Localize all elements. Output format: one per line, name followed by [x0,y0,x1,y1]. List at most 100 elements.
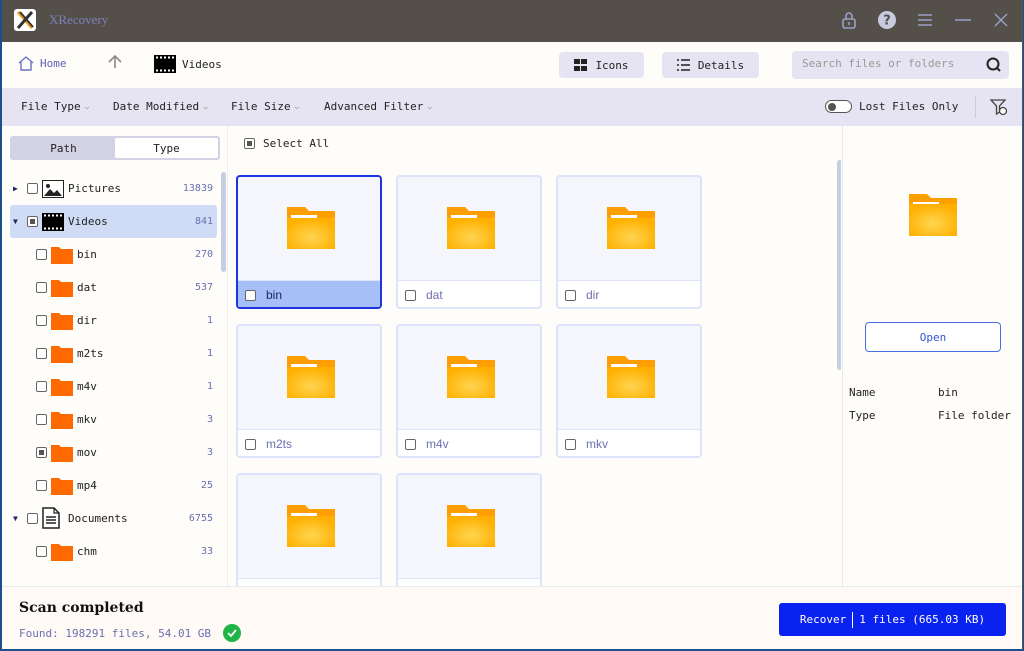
card-checkbox[interactable] [405,438,416,450]
list-icon [676,59,690,71]
tree-checkbox[interactable] [36,315,47,326]
file-card[interactable]: bin [236,175,382,309]
tree-item-count: 1 [206,381,213,392]
tree-item-chm[interactable]: chm 33 [10,535,217,568]
folder-icon [51,477,73,498]
tree-checkbox[interactable] [27,183,38,194]
category-tree: ▶ Pictures 13839 ▼ Videos 841 bin 270 dat 537 dir 1… [10,172,217,568]
tree-item-count: 13839 [182,183,213,194]
search-input[interactable] [802,57,972,70]
tree-item-dir[interactable]: dir 1 [10,304,217,337]
tree-item-count: 1 [206,348,213,359]
sidebar: Path Type ▶ Pictures 13839 ▼ Videos 841 bin 270… [2,126,228,586]
tree-item-mp4[interactable]: mp4 25 [10,469,217,502]
tree-item-count: 270 [194,249,213,260]
tree-item-mov[interactable]: mov 3 [10,436,217,469]
lock-icon[interactable] [838,9,860,31]
minimize-icon[interactable] [952,9,974,31]
preview-panel: Open Name bin Type File folder [842,126,1022,586]
film-icon [42,213,64,234]
search-icon[interactable] [986,57,1001,72]
thumbnail [558,177,700,281]
caret-down-icon[interactable]: ▼ [13,514,18,523]
tab-type[interactable]: Type [115,138,218,158]
tree-item-label: Pictures [68,182,121,195]
tree-checkbox[interactable] [36,447,47,458]
lost-files-toggle[interactable] [825,100,852,113]
file-card[interactable]: dat [396,175,542,309]
card-footer [398,579,540,586]
tab-path[interactable]: Path [12,138,115,158]
file-type-filter[interactable]: File Type ⌵ [21,100,89,113]
folder-icon [51,312,73,333]
file-card[interactable]: mkv [556,324,702,458]
view-mode-tabs: Path Type [10,136,220,160]
select-all-checkbox[interactable]: Select All [244,137,329,150]
home-icon [18,56,34,71]
arrow-up-icon [108,54,122,68]
card-checkbox[interactable] [565,438,576,450]
file-card[interactable]: m4v [396,324,542,458]
tree-item-videos[interactable]: ▼ Videos 841 [10,205,217,238]
tree-checkbox[interactable] [27,513,38,524]
grid-scrollbar[interactable] [837,160,841,370]
navigation-bar: Home Videos Icons Details [2,42,1022,88]
card-checkbox[interactable] [245,438,256,450]
tree-checkbox[interactable] [36,480,47,491]
open-button[interactable]: Open [865,322,1001,352]
card-checkbox[interactable] [245,289,256,301]
card-checkbox[interactable] [565,289,576,301]
clear-filter-icon[interactable] [989,98,1008,120]
thumbnail [558,326,700,430]
tree-item-documents[interactable]: ▼ Documents 6755 [10,502,217,535]
breadcrumb: Videos [154,55,222,73]
tree-checkbox[interactable] [36,546,47,557]
file-size-filter[interactable]: File Size ⌵ [231,100,299,113]
file-card[interactable] [396,473,542,586]
icons-view-button[interactable]: Icons [559,52,644,78]
menu-icon[interactable] [914,9,936,31]
document-icon [42,507,60,532]
check-circle-icon [223,624,242,642]
picture-icon [42,180,64,201]
card-footer: mkv [558,430,700,456]
file-grid-panel: Select All bin dat dir m2ts m4v mkv [229,126,841,586]
tree-item-count: 1 [206,315,213,326]
up-arrow-button[interactable] [108,54,122,73]
app-logo-icon [14,9,36,31]
close-icon[interactable] [990,9,1012,31]
tree-item-m2ts[interactable]: m2ts 1 [10,337,217,370]
tree-checkbox[interactable] [27,216,38,227]
caret-down-icon[interactable]: ▼ [13,217,18,226]
help-icon[interactable]: ? [876,9,898,31]
file-name: bin [266,288,283,302]
tree-item-mkv[interactable]: mkv 3 [10,403,217,436]
card-checkbox[interactable] [405,289,416,301]
tree-checkbox[interactable] [36,249,47,260]
tree-checkbox[interactable] [36,414,47,425]
file-card[interactable] [236,473,382,586]
tree-item-count: 841 [194,216,213,227]
tree-item-bin[interactable]: bin 270 [10,238,217,271]
tree-checkbox[interactable] [36,348,47,359]
folder-icon [51,378,73,399]
current-folder: Videos [182,57,222,71]
file-card[interactable]: m2ts [236,324,382,458]
tree-checkbox[interactable] [36,282,47,293]
details-view-button[interactable]: Details [662,52,759,78]
tree-item-label: m2ts [77,347,104,360]
thumbnail [238,475,380,579]
tree-item-count: 25 [200,480,213,491]
tree-checkbox[interactable] [36,381,47,392]
sidebar-scrollbar[interactable] [221,172,226,272]
recover-button[interactable]: Recover 1 files (665.03 KB) [779,603,1006,636]
tree-item-m4v[interactable]: m4v 1 [10,370,217,403]
date-modified-filter[interactable]: Date Modified ⌵ [113,100,208,113]
tree-item-dat[interactable]: dat 537 [10,271,217,304]
tree-item-pictures[interactable]: ▶ Pictures 13839 [10,172,217,205]
caret-right-icon[interactable]: ▶ [13,184,18,193]
home-button[interactable]: Home [18,56,67,71]
folder-icon [51,543,73,564]
advanced-filter[interactable]: Advanced Filter ⌵ [324,100,432,113]
file-card[interactable]: dir [556,175,702,309]
